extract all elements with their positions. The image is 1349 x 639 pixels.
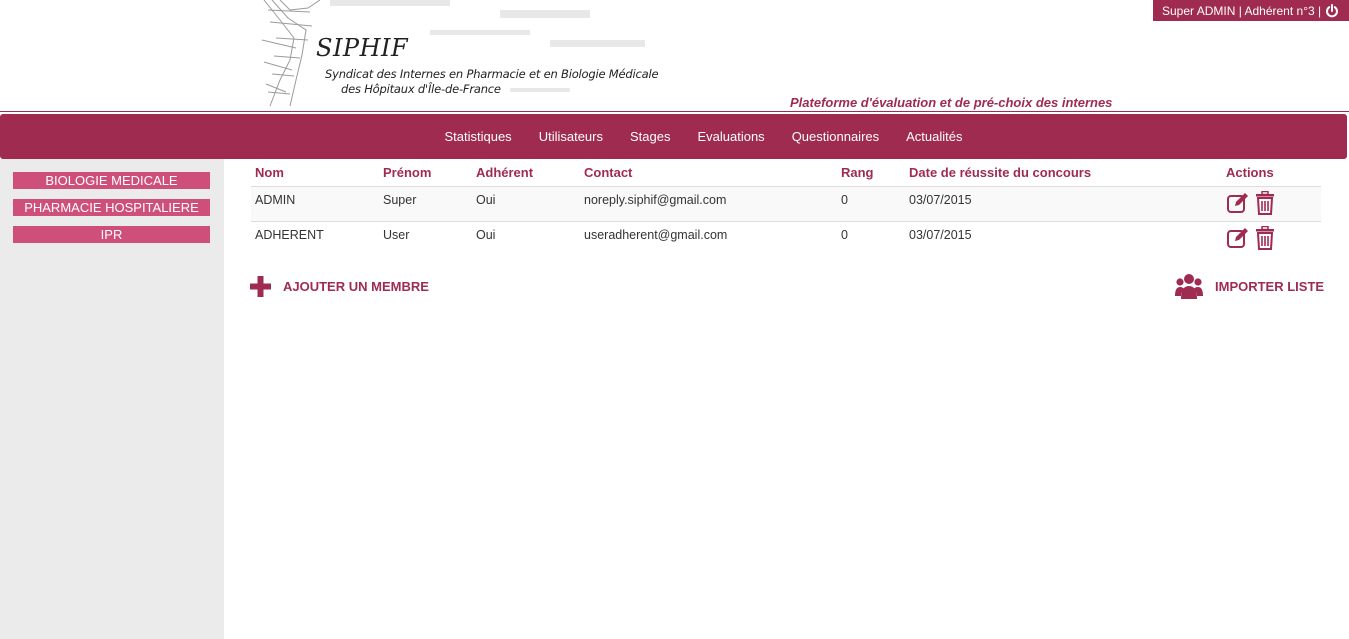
siphif-logo[interactable]: SIPHIF Syndicat des Internes en Pharmaci… <box>250 0 659 108</box>
cell-contact: useradherent@gmail.com <box>584 228 728 242</box>
cell-prenom: Super <box>383 193 417 207</box>
column-header-actions: Actions <box>1226 165 1274 180</box>
cell-rang: 0 <box>841 228 848 242</box>
header-divider <box>0 111 1349 112</box>
import-list-label: IMPORTER LISTE <box>1215 278 1325 294</box>
table-row: ADMIN Super Oui noreply.siphif@gmail.com… <box>251 186 1321 221</box>
members-table: Nom Prénom Adhérent Contact Rang Date de… <box>251 160 1321 256</box>
row-actions <box>1226 226 1278 250</box>
column-header-date[interactable]: Date de réussite du concours <box>909 165 1091 180</box>
power-icon[interactable] <box>1325 3 1339 18</box>
add-member-label: AJOUTER UN MEMBRE <box>283 279 429 294</box>
trash-icon[interactable] <box>1254 226 1278 250</box>
column-header-rang[interactable]: Rang <box>841 165 874 180</box>
trash-icon[interactable] <box>1254 191 1278 215</box>
cell-nom: ADHERENT <box>255 228 324 242</box>
add-member-button[interactable]: AJOUTER UN MEMBRE <box>250 276 429 297</box>
nav-item-statistiques[interactable]: Statistiques <box>444 129 511 144</box>
cell-nom: ADMIN <box>255 193 296 207</box>
cell-date: 03/07/2015 <box>909 193 972 207</box>
plus-icon <box>250 276 271 297</box>
nav-item-stages[interactable]: Stages <box>630 129 670 144</box>
users-group-icon <box>1175 272 1203 300</box>
column-header-prenom[interactable]: Prénom <box>383 165 431 180</box>
sidebar: BIOLOGIE MEDICALE PHARMACIE HOSPITALIERE… <box>0 159 224 639</box>
cell-rang: 0 <box>841 193 848 207</box>
user-account-box: Super ADMIN | Adhérent n°3 | <box>1153 0 1349 21</box>
user-account-label: Super ADMIN | Adhérent n°3 | <box>1162 3 1322 18</box>
cell-date: 03/07/2015 <box>909 228 972 242</box>
logo-title: SIPHIF <box>316 34 409 62</box>
cell-adherent: Oui <box>476 228 496 242</box>
import-list-button[interactable]: IMPORTER LISTE <box>1175 272 1324 300</box>
sidebar-item-biologie-medicale[interactable]: BIOLOGIE MEDICALE <box>13 172 210 189</box>
cell-adherent: Oui <box>476 193 496 207</box>
cell-prenom: User <box>383 228 410 242</box>
nav-items: Statistiques Utilisateurs Stages Evaluat… <box>0 114 1347 159</box>
header: SIPHIF Syndicat des Internes en Pharmaci… <box>0 0 1349 112</box>
platform-tagline: Plateforme d'évaluation et de pré-choix … <box>790 95 1113 110</box>
edit-icon[interactable] <box>1226 226 1250 250</box>
nav-item-utilisateurs[interactable]: Utilisateurs <box>539 129 603 144</box>
edit-icon[interactable] <box>1226 191 1250 215</box>
row-actions <box>1226 191 1278 215</box>
main-navbar: Statistiques Utilisateurs Stages Evaluat… <box>0 114 1347 159</box>
logo-subtitle-line1: Syndicat des Internes en Pharmacie et en… <box>325 67 659 81</box>
logo-subtitle-line2: des Hôpitaux d'Île-de-France <box>341 82 501 96</box>
cell-contact: noreply.siphif@gmail.com <box>584 193 727 207</box>
sidebar-item-pharmacie-hospitaliere[interactable]: PHARMACIE HOSPITALIERE <box>13 199 210 216</box>
column-header-adherent[interactable]: Adhérent <box>476 165 533 180</box>
nav-item-evaluations[interactable]: Evaluations <box>697 129 764 144</box>
sidebar-item-ipr[interactable]: IPR <box>13 226 210 243</box>
table-row: ADHERENT User Oui useradherent@gmail.com… <box>251 221 1321 256</box>
nav-item-questionnaires[interactable]: Questionnaires <box>792 129 879 144</box>
column-header-nom[interactable]: Nom <box>255 165 284 180</box>
column-header-contact[interactable]: Contact <box>584 165 632 180</box>
table-header: Nom Prénom Adhérent Contact Rang Date de… <box>251 160 1321 186</box>
nav-item-actualites[interactable]: Actualités <box>906 129 962 144</box>
